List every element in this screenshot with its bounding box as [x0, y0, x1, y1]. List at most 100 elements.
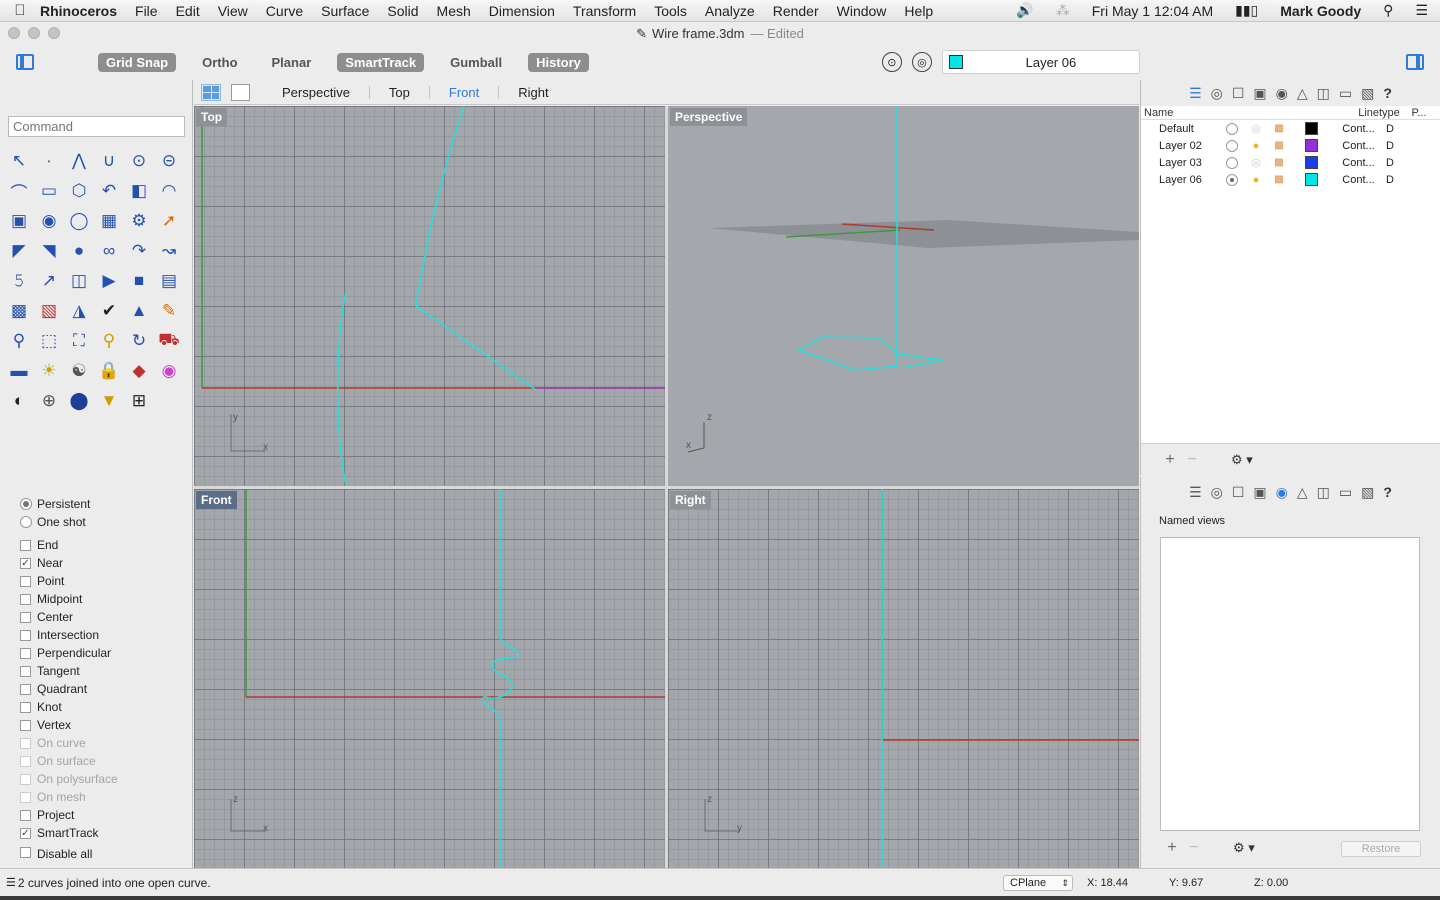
document-tab-icon[interactable]: ☐	[1232, 85, 1245, 102]
properties-tab-icon[interactable]: ◎	[1211, 85, 1223, 102]
blob-tool-icon[interactable]: ●	[64, 236, 94, 266]
lights-tab-icon[interactable]: △	[1297, 484, 1308, 501]
center-checkbox[interactable]	[20, 611, 31, 623]
viewport-right[interactable]: Right z y	[668, 489, 1139, 868]
materials-tab-icon[interactable]: ◫	[1317, 85, 1330, 102]
cube-tool-icon[interactable]: ■	[124, 266, 154, 296]
check-tool-icon[interactable]: ✔	[94, 296, 124, 326]
knot-checkbox[interactable]	[20, 701, 31, 713]
select-tool-icon[interactable]: ↖	[4, 146, 34, 176]
project-checkbox[interactable]	[20, 809, 31, 821]
cylinder-tool-icon[interactable]: ◯	[64, 206, 94, 236]
unroll-tool-icon[interactable]: ◮	[64, 296, 94, 326]
menu-solid[interactable]: Solid	[387, 3, 418, 19]
funnel-tool-icon[interactable]: ▼	[94, 386, 124, 416]
viewport-front[interactable]: Front z x	[194, 489, 665, 868]
left-sidebar-toggle-icon[interactable]	[16, 54, 34, 70]
ellipse-tool-icon[interactable]: ⊝	[154, 146, 184, 176]
minimize-window-button[interactable]	[28, 27, 40, 39]
split-tool-icon[interactable]: ◥	[34, 236, 64, 266]
layer-row-layer-02[interactable]: Layer 02 ● ▩ Cont... D	[1141, 137, 1440, 154]
layer-current-radio[interactable]	[1219, 173, 1245, 186]
restore-view-button[interactable]: Restore	[1341, 841, 1421, 857]
tangent-checkbox[interactable]	[20, 665, 31, 677]
array-tool-icon[interactable]: ◫	[64, 266, 94, 296]
battery-icon[interactable]: ▮▮▯	[1235, 2, 1258, 19]
bluetooth-icon[interactable]: ⁂	[1056, 2, 1070, 19]
col-print[interactable]: P...	[1407, 107, 1431, 119]
add-layer-icon[interactable]: +	[1159, 451, 1181, 469]
volume-icon[interactable]: 🔊	[1016, 2, 1033, 19]
osnap-quadrant[interactable]: Quadrant	[20, 680, 118, 698]
menu-edit[interactable]: Edit	[176, 3, 200, 19]
named-views-camera-tab-icon[interactable]: ◉	[1276, 484, 1288, 501]
tab-right[interactable]: Right	[499, 86, 567, 99]
osnap-mode-persistent[interactable]: Persistent	[20, 495, 118, 513]
surface-tool-icon[interactable]: ◧	[124, 176, 154, 206]
curve-tool-icon[interactable]: ∪	[94, 146, 124, 176]
gear-tool-icon[interactable]: ⚙	[124, 206, 154, 236]
car-tool-icon[interactable]: ⛟	[154, 326, 184, 356]
user-menu[interactable]: Mark Goody	[1280, 3, 1361, 19]
close-window-button[interactable]	[8, 27, 20, 39]
layer-current-radio[interactable]	[1219, 156, 1245, 169]
viewport-horizontal-splitter[interactable]	[194, 486, 1139, 489]
clock[interactable]: Fri May 1 12:04 AM	[1092, 3, 1213, 19]
grid-snap-button[interactable]: Grid Snap	[98, 52, 177, 72]
flow-tool-icon[interactable]: ▶	[94, 266, 124, 296]
camera-tab-icon[interactable]: ◉	[1276, 85, 1288, 102]
viewport-perspective[interactable]: Perspective z x	[668, 106, 1139, 486]
tab-perspective[interactable]: Perspective	[263, 85, 370, 99]
text-tool-icon[interactable]: 𝟻	[4, 266, 34, 296]
gumball-button[interactable]: Gumball	[442, 53, 510, 72]
viewport-top[interactable]: Top y x	[194, 106, 665, 486]
viewport-label-top[interactable]: Top	[196, 108, 228, 126]
gumball-tool-icon[interactable]: ⊞	[124, 386, 154, 416]
layer-linetype[interactable]: Cont...	[1331, 123, 1386, 135]
smarttrack-checkbox[interactable]: ✓	[20, 827, 31, 839]
layer-linetype[interactable]: Cont...	[1331, 157, 1386, 169]
menu-curve[interactable]: Curve	[266, 3, 303, 19]
osnap-center[interactable]: Center	[20, 608, 118, 626]
layer-print[interactable]: D	[1386, 140, 1406, 152]
quadrant-checkbox[interactable]	[20, 683, 31, 695]
osnap-knot[interactable]: Knot	[20, 698, 118, 716]
layer-lock-icon[interactable]: ▩	[1267, 157, 1291, 168]
box-tool-icon[interactable]: ▣	[4, 206, 34, 236]
disable-all-checkbox[interactable]	[20, 847, 31, 858]
zoom-extents-tool-icon[interactable]: ⛶	[64, 326, 94, 356]
fillet-tool-icon[interactable]: ↶	[94, 176, 124, 206]
layer-color-swatch[interactable]	[1291, 173, 1331, 186]
tab-top[interactable]: Top	[370, 85, 430, 99]
pen-tool-icon[interactable]: ✎	[154, 296, 184, 326]
layer-visibility-bulb-icon[interactable]: ●	[1245, 174, 1267, 186]
layers-tab-icon[interactable]: ☰	[1189, 484, 1202, 501]
light-tool-icon[interactable]: ☀	[34, 356, 64, 386]
circle-tool-icon[interactable]: ⊙	[124, 146, 154, 176]
document-tab-icon[interactable]: ☐	[1232, 484, 1245, 501]
osnap-end[interactable]: End	[20, 536, 118, 554]
revolve-tool-icon[interactable]: ◠	[154, 176, 184, 206]
apple-menu-icon[interactable]: 	[0, 2, 40, 19]
command-history-icon[interactable]: ☰	[6, 876, 16, 889]
layer-color-swatch[interactable]	[1291, 122, 1331, 135]
layer-print[interactable]: D	[1386, 123, 1406, 135]
layer-current-radio[interactable]	[1219, 122, 1245, 135]
blend-tool-icon[interactable]: ↝	[154, 236, 184, 266]
intersection-checkbox[interactable]	[20, 629, 31, 641]
menu-dimension[interactable]: Dimension	[489, 3, 555, 19]
named-view-options-gear-icon[interactable]: ⚙ ▾	[1233, 840, 1255, 856]
tab-front[interactable]: Front	[430, 85, 500, 99]
shaded-view-tool-icon[interactable]: ◐	[4, 386, 34, 416]
arc-tool-icon[interactable]: ⌒	[4, 176, 34, 206]
layer-row-default[interactable]: Default ◎ ▩ Cont... D	[1141, 120, 1440, 137]
menu-file[interactable]: File	[135, 3, 158, 19]
menu-window[interactable]: Window	[837, 3, 887, 19]
rectangle-tool-icon[interactable]: ▭	[34, 176, 64, 206]
single-view-layout-icon[interactable]	[231, 83, 250, 101]
osnap-vertex[interactable]: Vertex	[20, 716, 118, 734]
current-layer-selector[interactable]: Layer 06	[941, 50, 1140, 74]
menu-transform[interactable]: Transform	[573, 3, 636, 19]
color-wheel-tool-icon[interactable]: ◉	[154, 356, 184, 386]
menu-surface[interactable]: Surface	[321, 3, 369, 19]
